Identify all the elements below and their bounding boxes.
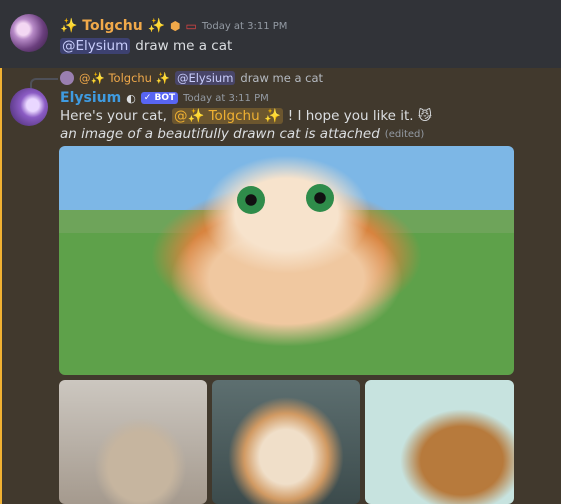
reply-avatar (60, 71, 74, 85)
reply-text[interactable]: draw me a cat (240, 71, 323, 85)
cat-image-main[interactable] (59, 146, 514, 375)
message-text: draw me a cat (135, 38, 233, 54)
username-tolgchu[interactable]: ✨ Tolgchu ✨ (60, 18, 165, 34)
cat-eye-left (237, 186, 265, 214)
message-text-suffix: ! I hope you like it. 😼 (287, 108, 432, 124)
message-line2: an image of a beautifully drawn cat is a… (60, 126, 380, 142)
cat-image-2[interactable] (59, 380, 207, 504)
mention-tolgchu[interactable]: @✨ Tolgchu ✨ (171, 108, 283, 124)
shield-badge-icon: ⬢ (169, 19, 181, 33)
message-1: ✨ Tolgchu ✨ ⬢ ▭ Today at 3:11 PM @Elysiu… (0, 0, 561, 68)
avatar-tolgchu[interactable] (10, 14, 48, 52)
status-icon: ◐ (126, 91, 136, 105)
reply-mention[interactable]: @Elysium (174, 71, 236, 85)
edited-label: (edited) (384, 128, 425, 140)
bot-tag: ✓ BOT (140, 92, 179, 104)
mention-elysium[interactable]: @Elysium (60, 38, 131, 54)
timestamp: Today at 3:11 PM (201, 20, 288, 32)
cat-image-4[interactable] (365, 380, 514, 504)
reply-author[interactable]: @✨ Tolgchu ✨ (79, 71, 170, 85)
monitor-icon: ▭ (185, 19, 197, 33)
username-elysium[interactable]: Elysium (60, 90, 121, 106)
timestamp: Today at 3:11 PM (183, 92, 269, 104)
cat-eye-right (306, 184, 334, 212)
avatar-elysium[interactable] (10, 88, 48, 126)
message-text-prefix: Here's your cat, (60, 108, 167, 124)
cat-image-3[interactable] (212, 380, 360, 504)
